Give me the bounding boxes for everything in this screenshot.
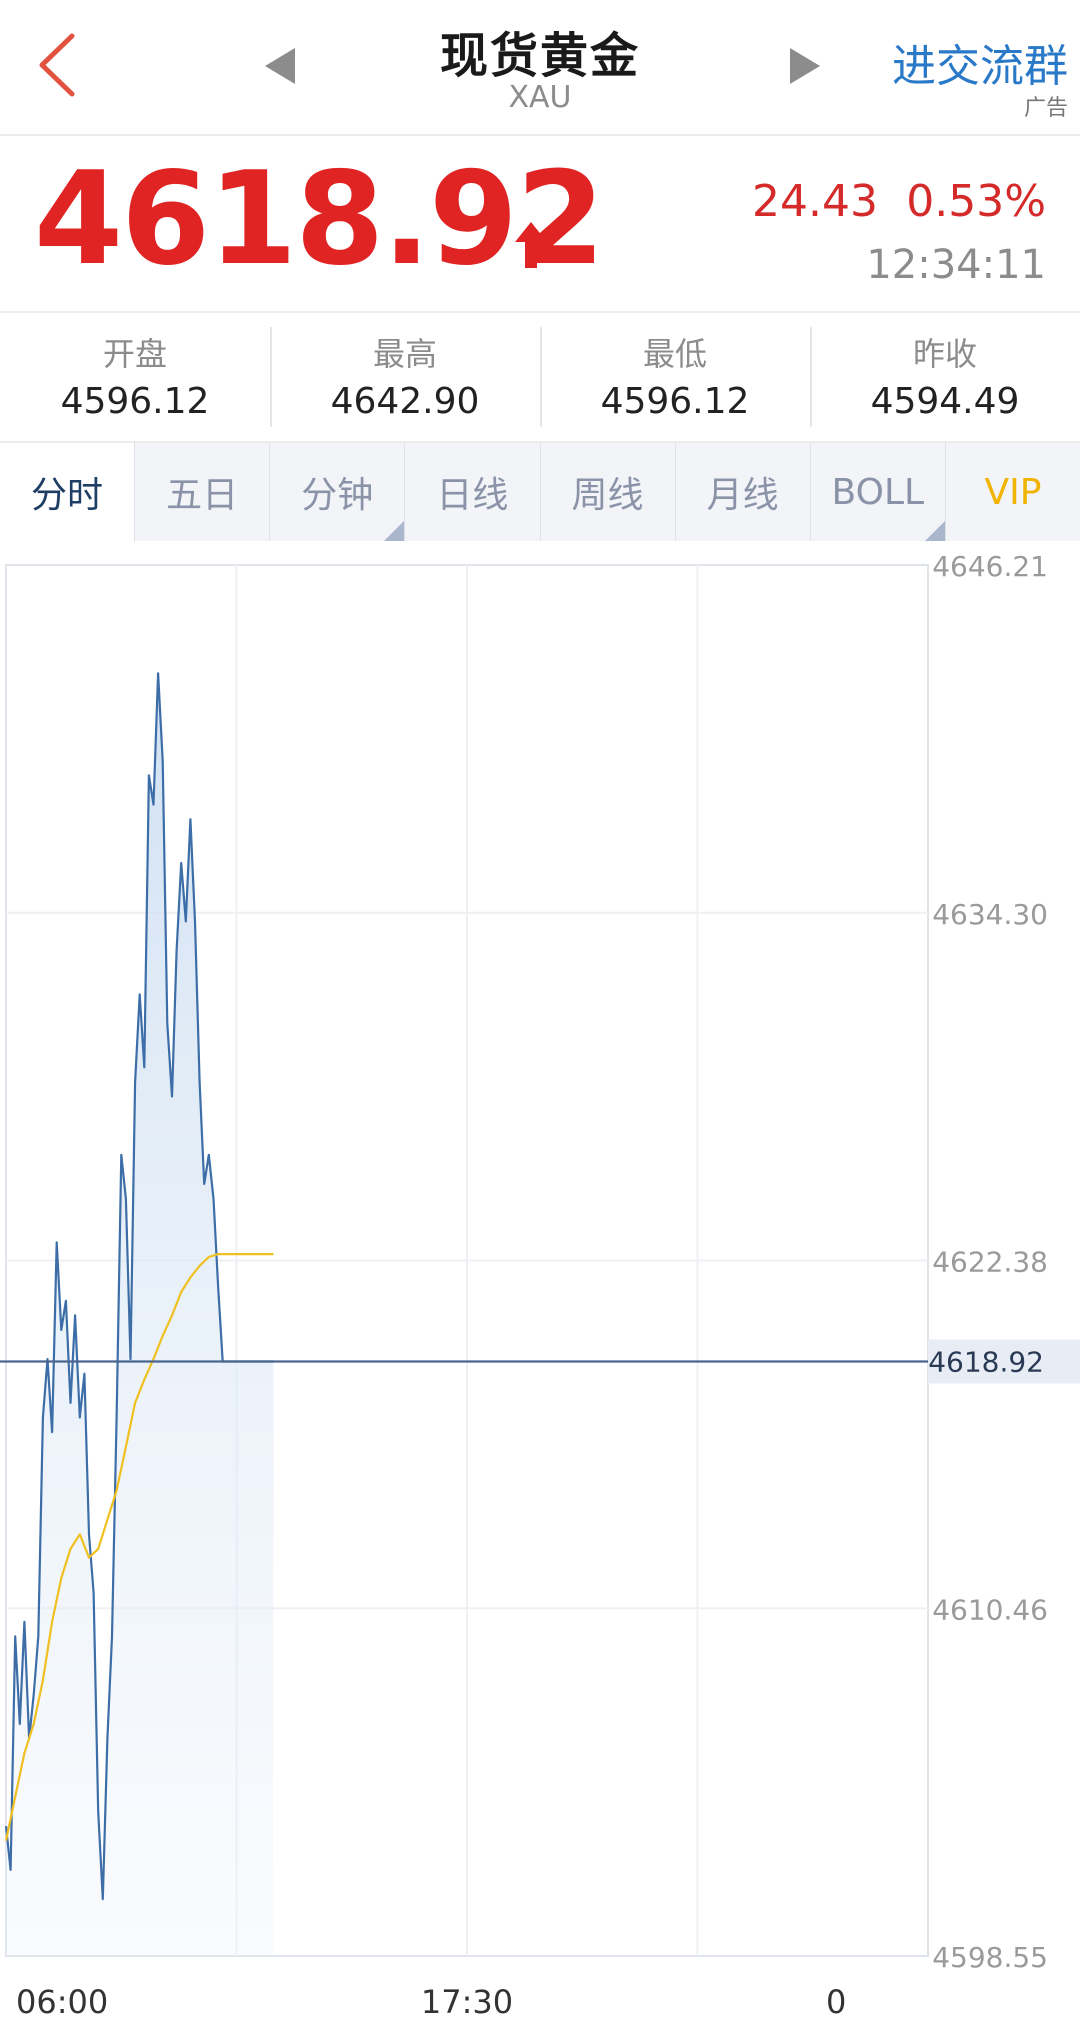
- chart-period-tabs: 分时 五日 分钟 日线 周线 月线 BOLL VIP: [0, 443, 1080, 541]
- top-bar: 现货黄金 XAU 进交流群 广告: [0, 0, 1080, 136]
- join-group-button[interactable]: 进交流群: [892, 30, 1068, 94]
- tab-daily[interactable]: 日线: [404, 443, 539, 541]
- stat-value: 4642.90: [330, 381, 480, 422]
- intraday-chart[interactable]: 4646.21 4634.30 4622.38 4610.46 4598.55 4618.…: [0, 541, 1080, 2028]
- current-price-label: 4618.92: [928, 1345, 1044, 1378]
- tab-monthly[interactable]: 月线: [674, 443, 810, 541]
- y-tick-label: 4610.46: [932, 1593, 1048, 1626]
- stat-label: 昨收: [912, 335, 977, 373]
- tab-vip[interactable]: VIP: [944, 443, 1080, 541]
- tab-minute[interactable]: 分钟: [269, 443, 405, 541]
- tab-label: 分钟: [301, 475, 374, 516]
- quote-time: 12:34:11: [866, 242, 1046, 288]
- stat-open: 开盘 4596.12: [0, 313, 270, 441]
- stat-label: 最低: [642, 335, 707, 373]
- price-change: 24.43: [752, 176, 878, 227]
- stats-row: 开盘 4596.12 最高 4642.90 最低 4596.12 昨收 4594…: [0, 313, 1080, 443]
- chart-svg[interactable]: 4646.21 4634.30 4622.38 4610.46 4598.55 4618.…: [0, 541, 1080, 2028]
- price-area-fill: [6, 673, 274, 1956]
- tab-label: BOLL: [831, 471, 925, 513]
- y-tick-label: 4634.30: [932, 898, 1048, 931]
- stat-label: 最高: [372, 335, 437, 373]
- y-tick-label: 4598.55: [932, 1941, 1048, 1974]
- y-tick-label: 4622.38: [932, 1246, 1048, 1279]
- dropdown-corner-icon: [924, 521, 945, 541]
- tab-weekly[interactable]: 周线: [539, 443, 675, 541]
- stat-value: 4596.12: [60, 381, 210, 422]
- tab-five-day[interactable]: 五日: [134, 443, 269, 541]
- ad-label: 广告: [1023, 96, 1068, 121]
- stat-value: 4594.49: [870, 381, 1020, 422]
- stat-value: 4596.12: [600, 381, 750, 422]
- x-tick-label: 17:30: [421, 1983, 513, 2021]
- quote-panel: 4618.92 24.43 0.53% 12:34:11: [0, 136, 1080, 313]
- price-change-percent: 0.53%: [906, 176, 1046, 227]
- x-tick-label: 0: [826, 1983, 846, 2021]
- up-arrow-icon: [515, 222, 547, 268]
- x-tick-label: 06:00: [16, 1983, 108, 2021]
- dropdown-corner-icon: [384, 521, 405, 541]
- stat-high: 最高 4642.90: [270, 313, 540, 441]
- y-tick-label: 4646.21: [932, 550, 1048, 583]
- stat-label: 开盘: [102, 335, 167, 373]
- tab-intraday[interactable]: 分时: [0, 443, 135, 541]
- next-arrow-icon[interactable]: [790, 48, 820, 84]
- stat-prev-close: 昨收 4594.49: [810, 313, 1080, 441]
- tab-boll[interactable]: BOLL: [809, 443, 945, 541]
- stat-low: 最低 4596.12: [540, 313, 810, 441]
